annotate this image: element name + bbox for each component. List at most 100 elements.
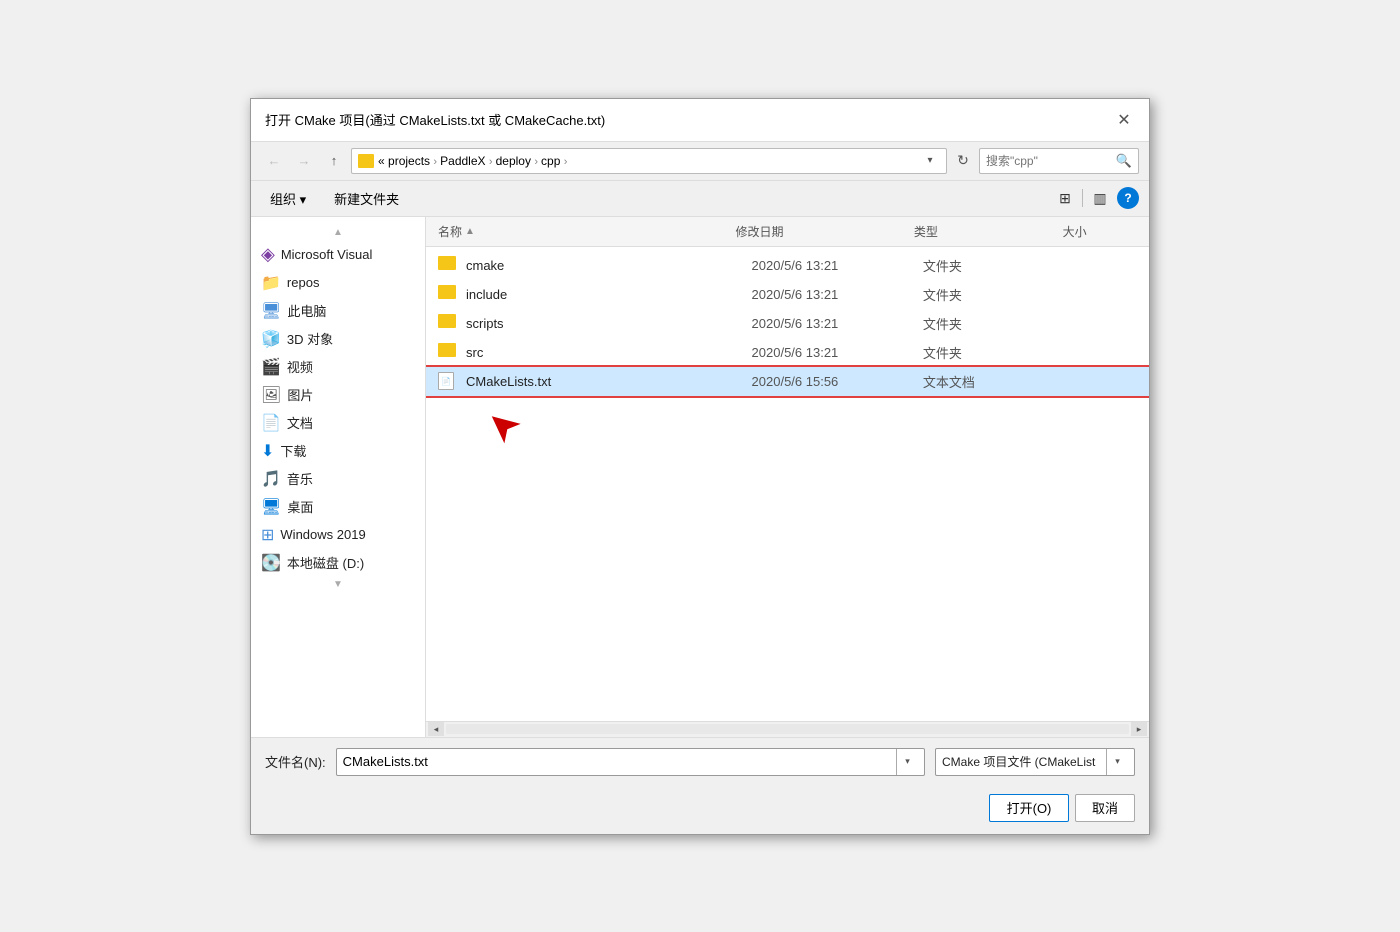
desktop-icon: 🖥 bbox=[261, 497, 281, 517]
search-input[interactable] bbox=[986, 154, 1112, 168]
sidebar-item-ms-visual[interactable]: ◈ Microsoft Visual bbox=[251, 240, 425, 269]
sidebar-label-music: 音乐 bbox=[287, 469, 313, 488]
column-date-header[interactable]: 修改日期 bbox=[735, 223, 913, 240]
view-details-button[interactable]: ⊞ bbox=[1052, 186, 1078, 210]
column-size-header[interactable]: 大小 bbox=[1063, 223, 1137, 240]
refresh-button[interactable]: ↻ bbox=[951, 149, 975, 173]
address-text: « projects › PaddleX › deploy › cpp › bbox=[378, 154, 916, 168]
address-toolbar: ← → ↑ « projects › PaddleX › deploy › cp… bbox=[251, 142, 1149, 181]
file-area: 名称 ▲ 修改日期 类型 大小 cmake 2020/5/6 13:21 文件夹 bbox=[426, 217, 1149, 737]
file-list-header: 名称 ▲ 修改日期 类型 大小 bbox=[426, 217, 1149, 247]
search-bar[interactable]: 🔍 bbox=[979, 148, 1139, 174]
filetype-dropdown-button[interactable]: ▾ bbox=[1106, 749, 1128, 775]
folder-icon-repos: 📁 bbox=[261, 273, 281, 293]
filename-input[interactable] bbox=[343, 754, 896, 769]
sidebar-label-ms-visual: Microsoft Visual bbox=[281, 247, 373, 262]
sidebar-label-video: 视频 bbox=[287, 357, 313, 376]
cancel-button[interactable]: 取消 bbox=[1075, 794, 1135, 822]
folder-icon-src bbox=[438, 343, 458, 361]
column-type-header[interactable]: 类型 bbox=[914, 223, 1063, 240]
file-item-scripts[interactable]: scripts 2020/5/6 13:21 文件夹 bbox=[426, 309, 1149, 338]
file-name-scripts: scripts bbox=[466, 316, 752, 331]
file-date-include: 2020/5/6 13:21 bbox=[752, 287, 923, 302]
new-folder-button[interactable]: 新建文件夹 bbox=[325, 185, 408, 212]
view-controls: ⊞ ▥ ? bbox=[1052, 186, 1139, 210]
filetype-select[interactable]: CMake 项目文件 (CMakeList ▾ bbox=[935, 748, 1135, 776]
scroll-right-button[interactable]: ▸ bbox=[1131, 722, 1147, 736]
sidebar-label-images: 图片 bbox=[287, 385, 313, 404]
arrow-annotation: ➤ bbox=[426, 396, 1149, 456]
address-bar[interactable]: « projects › PaddleX › deploy › cpp › ▾ bbox=[351, 148, 947, 174]
file-item-include[interactable]: include 2020/5/6 13:21 文件夹 bbox=[426, 280, 1149, 309]
filename-label: 文件名(N): bbox=[265, 752, 326, 771]
txt-icon-cmakelists: 📄 bbox=[438, 372, 458, 390]
sidebar-label-3d: 3D 对象 bbox=[287, 329, 333, 348]
sidebar-item-desktop[interactable]: 🖥 桌面 bbox=[251, 493, 425, 521]
sidebar-item-this-pc[interactable]: 🖥 此电脑 bbox=[251, 297, 425, 325]
sidebar-item-disk[interactable]: 💽 本地磁盘 (D:) bbox=[251, 549, 425, 577]
scroll-up-indicator: ▲ bbox=[251, 225, 425, 240]
scroll-track[interactable] bbox=[446, 724, 1129, 734]
sidebar-label-disk: 本地磁盘 (D:) bbox=[287, 553, 364, 572]
file-name-cmakelists: CMakeLists.txt bbox=[466, 374, 752, 389]
file-name-include: include bbox=[466, 287, 752, 302]
filetype-text: CMake 项目文件 (CMakeList bbox=[942, 753, 1106, 770]
sidebar-item-windows[interactable]: ⊞ Windows 2019 bbox=[251, 521, 425, 549]
sidebar-label-docs: 文档 bbox=[287, 413, 313, 432]
sidebar-item-3d[interactable]: 🧊 3D 对象 bbox=[251, 325, 425, 353]
windows-icon: ⊞ bbox=[261, 525, 274, 545]
sidebar-item-images[interactable]: 🖼 图片 bbox=[251, 381, 425, 409]
sidebar-item-repos[interactable]: 📁 repos bbox=[251, 269, 425, 297]
filename-input-wrap[interactable]: ▾ bbox=[336, 748, 925, 776]
view-pane-button[interactable]: ▥ bbox=[1087, 186, 1113, 210]
up-button[interactable]: ↑ bbox=[321, 149, 347, 173]
title-bar: 打开 CMake 项目(通过 CMakeLists.txt 或 CMakeCac… bbox=[251, 99, 1149, 142]
back-button[interactable]: ← bbox=[261, 149, 287, 173]
address-folder-icon bbox=[358, 154, 374, 168]
monitor-icon: 🖥 bbox=[261, 301, 281, 321]
file-name-cmake: cmake bbox=[466, 258, 752, 273]
file-item-cmake[interactable]: cmake 2020/5/6 13:21 文件夹 bbox=[426, 251, 1149, 280]
sort-arrow: ▲ bbox=[465, 226, 475, 237]
file-type-src: 文件夹 bbox=[923, 343, 1066, 362]
red-arrow-icon: ➤ bbox=[475, 397, 530, 454]
address-dropdown-button[interactable]: ▾ bbox=[920, 150, 940, 172]
file-type-include: 文件夹 bbox=[923, 285, 1066, 304]
music-icon: 🎵 bbox=[261, 469, 281, 489]
close-button[interactable]: ✕ bbox=[1113, 109, 1135, 131]
sidebar-item-download[interactable]: ⬇ 下载 bbox=[251, 437, 425, 465]
file-name-src: src bbox=[466, 345, 752, 360]
file-item-src[interactable]: src 2020/5/6 13:21 文件夹 bbox=[426, 338, 1149, 367]
column-name-header[interactable]: 名称 ▲ bbox=[438, 223, 735, 240]
file-item-cmakelists[interactable]: 📄 CMakeLists.txt 2020/5/6 15:56 文本文档 bbox=[426, 367, 1149, 396]
help-button[interactable]: ? bbox=[1117, 187, 1139, 209]
sidebar-item-docs[interactable]: 📄 文档 bbox=[251, 409, 425, 437]
scroll-left-button[interactable]: ◂ bbox=[428, 722, 444, 736]
file-type-cmake: 文件夹 bbox=[923, 256, 1066, 275]
sidebar-label-this-pc: 此电脑 bbox=[287, 301, 326, 320]
disk-icon: 💽 bbox=[261, 553, 281, 573]
filename-dropdown-button[interactable]: ▾ bbox=[896, 749, 918, 775]
file-date-scripts: 2020/5/6 13:21 bbox=[752, 316, 923, 331]
image-icon: 🖼 bbox=[261, 385, 281, 405]
vs-icon: ◈ bbox=[261, 244, 275, 265]
action-buttons: 打开(O) 取消 bbox=[251, 786, 1149, 834]
organize-button[interactable]: 组织 ▾ bbox=[261, 185, 315, 212]
view-separator bbox=[1082, 189, 1083, 207]
sidebar-item-music[interactable]: 🎵 音乐 bbox=[251, 465, 425, 493]
search-icon: 🔍 bbox=[1116, 153, 1132, 169]
open-button[interactable]: 打开(O) bbox=[989, 794, 1069, 822]
sidebar-label-desktop: 桌面 bbox=[287, 497, 313, 516]
file-date-cmakelists: 2020/5/6 15:56 bbox=[752, 374, 923, 389]
file-type-scripts: 文件夹 bbox=[923, 314, 1066, 333]
sidebar-label-windows: Windows 2019 bbox=[280, 527, 365, 542]
forward-button[interactable]: → bbox=[291, 149, 317, 173]
sidebar-label-repos: repos bbox=[287, 275, 320, 290]
bottom-bar: 文件名(N): ▾ CMake 项目文件 (CMakeList ▾ bbox=[251, 737, 1149, 786]
file-type-cmakelists: 文本文档 bbox=[923, 372, 1066, 391]
cube3d-icon: 🧊 bbox=[261, 329, 281, 349]
doc-icon: 📄 bbox=[261, 413, 281, 433]
sidebar-item-video[interactable]: 🎬 视频 bbox=[251, 353, 425, 381]
horizontal-scrollbar[interactable]: ◂ ▸ bbox=[426, 721, 1149, 737]
folder-icon-scripts bbox=[438, 314, 458, 332]
